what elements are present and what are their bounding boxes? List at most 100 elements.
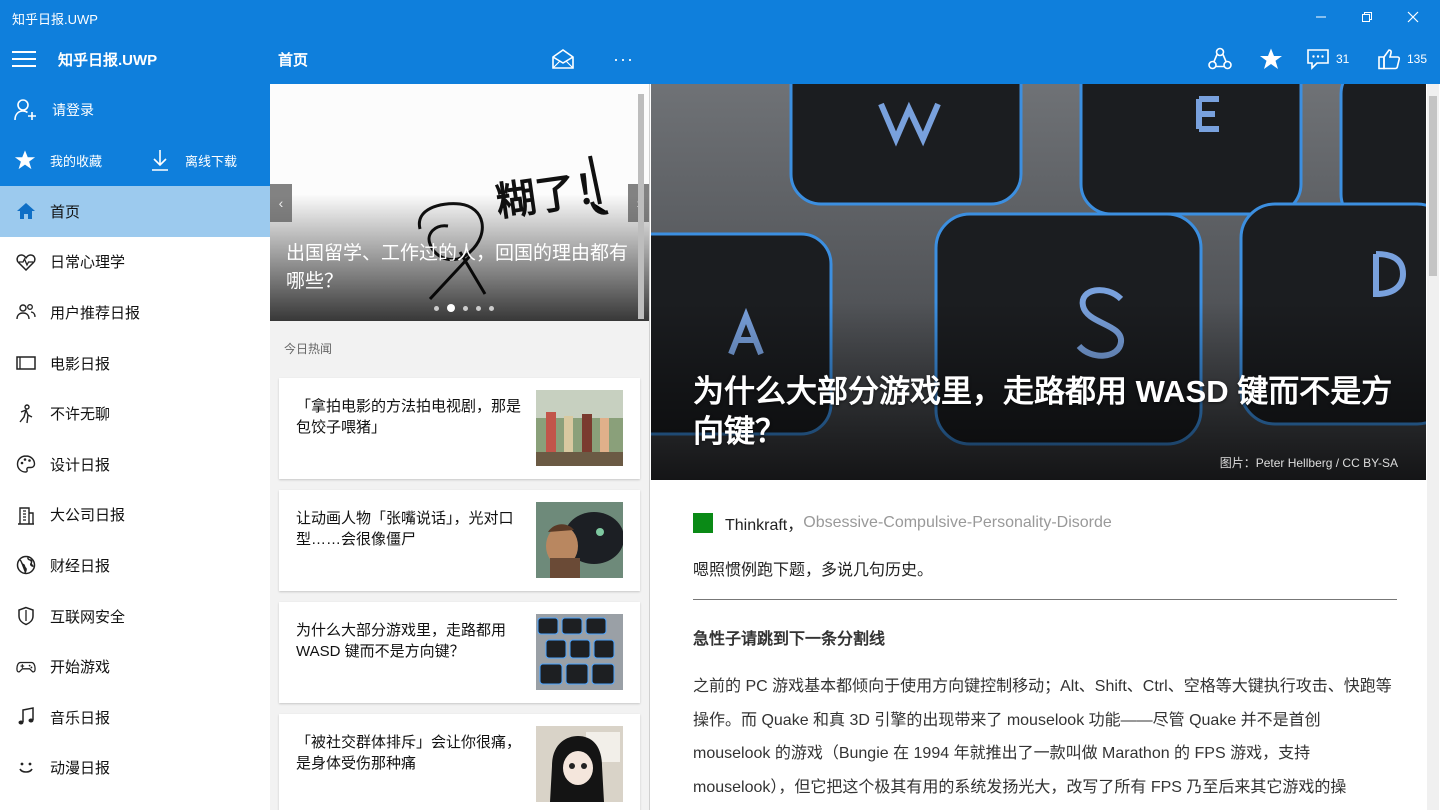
story-title: 「被社交群体排斥」会让你很痛，是身体受伤那种痛 xyxy=(296,734,522,772)
sidebar-item-label: 开始游戏 xyxy=(50,659,111,677)
carousel-dot[interactable] xyxy=(489,305,494,311)
article-body: 之前的 PC 游戏基本都倾向于使用方向键控制移动；Alt、Shift、Ctrl、… xyxy=(693,678,1392,796)
users-icon xyxy=(16,302,36,322)
window-title: 知乎日报.UWP xyxy=(12,12,98,27)
sidebar-item-psychology[interactable]: 日常心理学 xyxy=(0,237,270,288)
sidebar-item-games[interactable]: 开始游戏 xyxy=(0,641,270,692)
app-title: 知乎日报.UWP xyxy=(58,52,158,69)
sidebar-item-label: 首页 xyxy=(50,203,81,221)
share-icon xyxy=(1208,47,1232,70)
article-subheading: 急性子请跳到下一条分割线 xyxy=(693,631,886,648)
story-card[interactable]: 「拿拍电影的方法拍电视剧，那是包饺子喂猪」 xyxy=(279,378,640,479)
favorites-label: 我的收藏 xyxy=(50,153,103,169)
carousel-dot[interactable] xyxy=(476,305,481,311)
offline-label: 离线下载 xyxy=(185,153,238,169)
sidebar-item-label: 用户推荐日报 xyxy=(50,304,141,322)
star-icon xyxy=(1260,48,1282,69)
sidebar-item-label: 动漫日报 xyxy=(50,760,111,778)
sidebar-item-finance[interactable]: 财经日报 xyxy=(0,540,270,591)
author-name: Thinkraft， xyxy=(725,517,804,534)
restore-icon xyxy=(1362,12,1372,22)
hamburger-menu-icon[interactable] xyxy=(12,49,36,69)
sidebar-item-label: 财经日报 xyxy=(50,557,111,575)
gamepad-icon xyxy=(16,657,36,677)
carousel-dot-active[interactable] xyxy=(447,304,455,312)
sidebar-item-label: 大公司日报 xyxy=(50,507,126,525)
section-label: 今日热闻 xyxy=(284,342,333,356)
share-button[interactable] xyxy=(1208,46,1232,72)
star-icon xyxy=(14,150,36,170)
carousel-dot[interactable] xyxy=(463,305,468,311)
app-header: 知乎日报.UWP 首页 ··· 31 135 xyxy=(0,34,1440,84)
story-title: 让动画人物「张嘴说话」，光对口型……会很像僵尸 xyxy=(296,510,514,548)
story-title: 「拿拍电影的方法拍电视剧，那是包饺子喂猪」 xyxy=(296,398,522,436)
story-thumbnail xyxy=(536,390,623,466)
scrollbar-thumb[interactable] xyxy=(1429,96,1437,276)
article-hero: 为什么大部分游戏里，走路都用 WASD 键而不是方向键？ 图片：Peter He… xyxy=(651,84,1426,480)
more-icon: ··· xyxy=(613,48,634,69)
story-thumbnail xyxy=(536,726,623,802)
sidebar-item-design[interactable]: 设计日报 xyxy=(0,439,270,490)
story-card[interactable]: 为什么大部分游戏里，走路都用 WASD 键而不是方向键？ xyxy=(279,602,640,703)
login-button[interactable]: 请登录 xyxy=(14,96,94,124)
minimize-button[interactable] xyxy=(1298,0,1344,34)
sidebar: 请登录 我的收藏 离线下载 首页 日常心理学 用户推荐日报 电影日报 不许无聊 … xyxy=(0,84,270,810)
image-credit: 图片：Peter Hellberg / CC BY-SA xyxy=(1219,456,1398,470)
author-line: Thinkraft， Obsessive-Compulsive-Personal… xyxy=(693,512,1112,534)
author-avatar xyxy=(693,513,713,533)
sidebar-item-user-recommended[interactable]: 用户推荐日报 xyxy=(0,287,270,338)
sidebar-item-internet-security[interactable]: 互联网安全 xyxy=(0,591,270,642)
screen-icon xyxy=(16,353,36,373)
story-thumbnail xyxy=(536,502,623,578)
figure-icon xyxy=(16,403,36,424)
sidebar-item-label: 音乐日报 xyxy=(50,709,111,727)
comment-icon xyxy=(1307,49,1329,70)
more-options-button[interactable]: ··· xyxy=(613,46,634,72)
top-story-carousel[interactable]: 糊了！ 出国留学、工作过的人，回国的理由都有哪些？ ‹ › xyxy=(270,84,649,321)
close-button[interactable] xyxy=(1390,0,1436,34)
scrollbar-thumb[interactable] xyxy=(638,94,644,319)
favorite-button[interactable] xyxy=(1259,46,1283,72)
minimize-icon xyxy=(1316,16,1326,18)
article-pane: 为什么大部分游戏里，走路都用 WASD 键而不是方向键？ 图片：Peter He… xyxy=(651,84,1440,810)
sidebar-item-anime[interactable]: 动漫日报 xyxy=(0,743,270,794)
likes-count: 135 xyxy=(1407,52,1428,66)
heart-icon xyxy=(16,252,36,272)
sidebar-item-movies[interactable]: 电影日报 xyxy=(0,338,270,389)
comments-button[interactable]: 31 xyxy=(1306,46,1349,72)
sidebar-item-home[interactable]: 首页 xyxy=(0,186,270,237)
sidebar-item-label: 电影日报 xyxy=(50,355,111,373)
sidebar-item-label: 互联网安全 xyxy=(50,608,126,626)
chevron-left-icon: ‹ xyxy=(278,195,284,211)
mail-button[interactable] xyxy=(551,46,575,72)
sidebar-item-music[interactable]: 音乐日报 xyxy=(0,692,270,743)
carousel-dot[interactable] xyxy=(434,305,439,311)
download-icon xyxy=(152,150,168,171)
home-icon xyxy=(16,201,36,221)
article-title: 为什么大部分游戏里，走路都用 WASD 键而不是方向键？ xyxy=(693,374,1393,449)
close-icon xyxy=(1407,11,1419,23)
article-scrollbar[interactable] xyxy=(1427,84,1439,810)
palette-icon xyxy=(16,454,36,474)
carousel-prev-button[interactable]: ‹ xyxy=(270,184,292,222)
globe-icon xyxy=(16,555,36,575)
favorites-button[interactable]: 我的收藏 xyxy=(14,148,102,172)
story-thumbnail xyxy=(536,614,623,690)
sidebar-item-big-company[interactable]: 大公司日报 xyxy=(0,490,270,541)
thumbs-up-icon xyxy=(1378,49,1401,70)
page-title: 首页 xyxy=(278,52,309,69)
story-title: 为什么大部分游戏里，走路都用 WASD 键而不是方向键？ xyxy=(296,622,507,660)
nav-list: 首页 日常心理学 用户推荐日报 电影日报 不许无聊 设计日报 大公司日报 财经日… xyxy=(0,186,270,793)
author-bio: Obsessive-Compulsive-Personality-Disorde xyxy=(803,514,1112,531)
story-card[interactable]: 让动画人物「张嘴说话」，光对口型……会很像僵尸 xyxy=(279,490,640,591)
story-card[interactable]: 「被社交群体排斥」会让你很痛，是身体受伤那种痛 xyxy=(279,714,640,810)
title-bar: 知乎日报.UWP xyxy=(0,0,1440,34)
shield-icon xyxy=(16,606,36,626)
offline-download-button[interactable]: 离线下载 xyxy=(150,148,237,172)
sidebar-item-no-boredom[interactable]: 不许无聊 xyxy=(0,388,270,439)
sidebar-item-label: 日常心理学 xyxy=(50,254,126,272)
sidebar-item-label: 设计日报 xyxy=(50,456,111,474)
like-button[interactable]: 135 xyxy=(1377,46,1427,72)
divider xyxy=(693,599,1397,600)
restore-button[interactable] xyxy=(1344,0,1390,34)
